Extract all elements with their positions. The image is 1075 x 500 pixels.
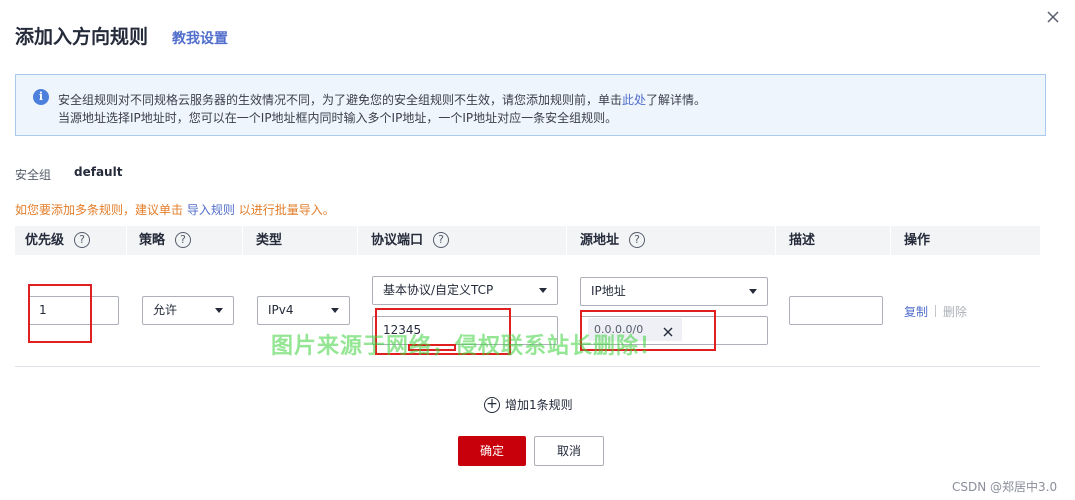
info-icon: i: [33, 89, 49, 105]
header-description: 描述: [789, 233, 816, 248]
header-action: 操作: [904, 233, 931, 248]
chevron-down-icon: [749, 289, 757, 294]
chevron-down-icon: [539, 288, 547, 293]
protocol-select[interactable]: 基本协议/自定义TCP: [372, 276, 558, 305]
add-rule-button[interactable]: + 增加1条规则: [484, 396, 573, 414]
ok-button[interactable]: 确定: [458, 436, 526, 466]
type-select[interactable]: IPv4: [257, 296, 350, 325]
close-icon[interactable]: [1045, 9, 1061, 25]
header-protocol-port: 协议端口?: [371, 226, 450, 255]
plus-circle-icon: +: [484, 396, 500, 413]
bulk-import-hint: 如您要添加多条规则，建议单击 导入规则 以进行批量导入。: [15, 203, 335, 217]
header-type: 类型: [256, 233, 283, 248]
delete-link[interactable]: 删除: [943, 303, 967, 320]
header-priority: 优先级?: [25, 226, 91, 255]
help-icon[interactable]: ?: [74, 231, 91, 248]
action-divider: [935, 305, 936, 317]
chevron-down-icon: [215, 308, 223, 313]
help-link[interactable]: 教我设置: [172, 28, 228, 48]
help-icon[interactable]: ?: [175, 231, 192, 248]
source-type-select[interactable]: IP地址: [580, 277, 768, 306]
annotation-box-priority: [28, 284, 92, 343]
watermark: 图片来源于网络，侵权联系站长删除！: [271, 334, 663, 359]
table-header: 优先级? 策略? 类型 协议端口? 源地址? 描述 操作: [15, 226, 1040, 255]
header-source: 源地址?: [580, 226, 646, 255]
security-group-label: 安全组: [15, 168, 52, 182]
credit-watermark: CSDN @郑居中3.0: [952, 480, 1058, 494]
row-divider: [15, 366, 1040, 367]
import-rules-link[interactable]: 导入规则: [187, 203, 235, 217]
notice-line-2: 当源地址选择IP地址时，您可以在一个IP地址框内同时输入多个IP地址，一个IP地…: [58, 111, 618, 125]
description-input[interactable]: [789, 296, 883, 325]
security-group-value: default: [74, 165, 123, 179]
notice-line-1: 安全组规则对不同规格云服务器的生效情况不同，为了避免您的安全组规则不生效，请您添…: [58, 93, 707, 107]
header-policy: 策略?: [139, 226, 192, 255]
cancel-button[interactable]: 取消: [534, 436, 604, 466]
notice-details-link[interactable]: 此处: [622, 93, 646, 107]
policy-select[interactable]: 允许: [142, 296, 234, 325]
help-icon[interactable]: ?: [629, 231, 646, 248]
copy-link[interactable]: 复制: [904, 303, 928, 320]
dialog-title: 添加入方向规则: [15, 26, 149, 48]
help-icon[interactable]: ?: [433, 231, 450, 248]
chevron-down-icon: [331, 308, 339, 313]
notice-banner: i 安全组规则对不同规格云服务器的生效情况不同，为了避免您的安全组规则不生效，请…: [15, 74, 1046, 136]
